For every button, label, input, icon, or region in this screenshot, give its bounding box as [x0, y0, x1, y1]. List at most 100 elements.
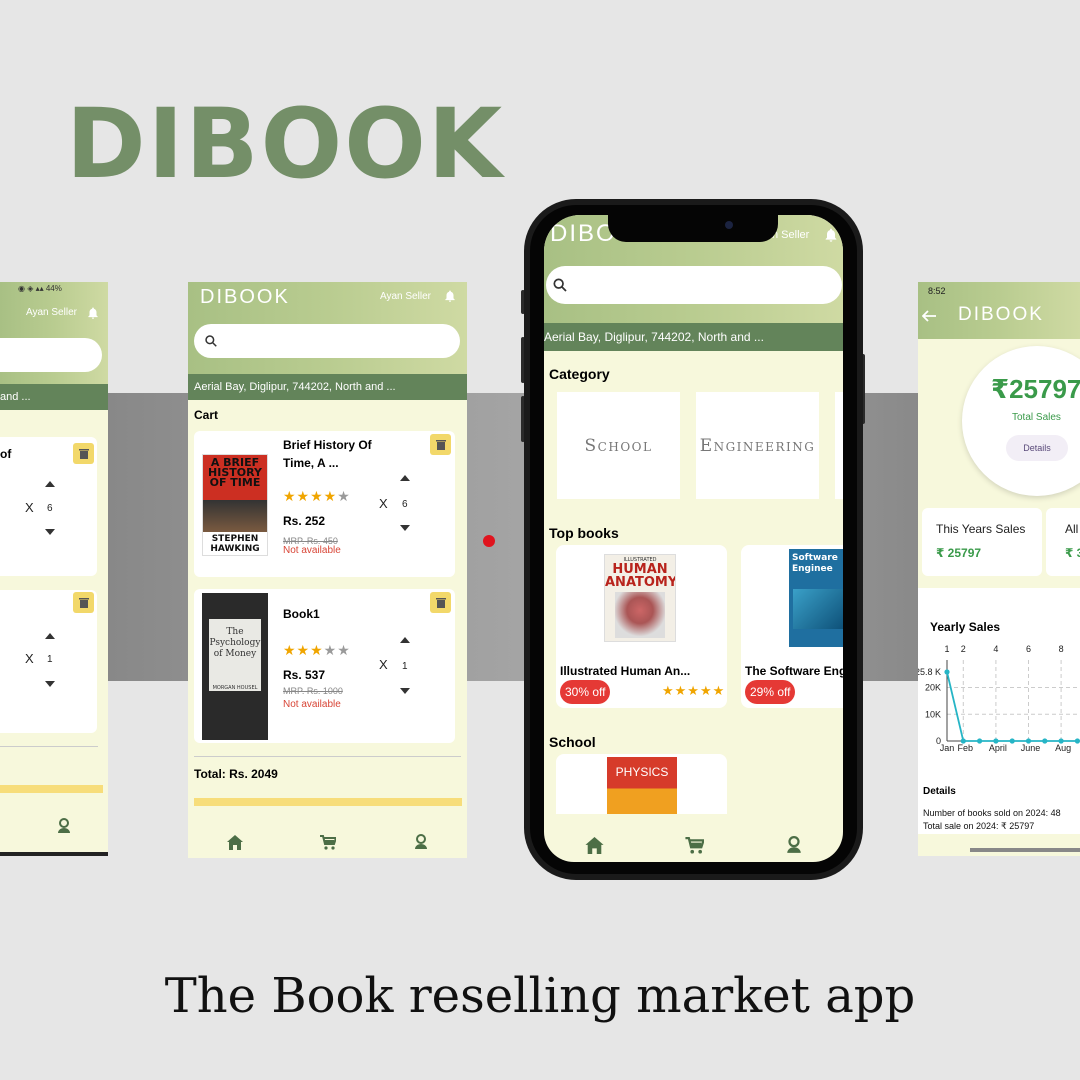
delete-button[interactable] [73, 592, 94, 613]
rating-stars: ★★★★★ [283, 488, 351, 504]
delete-button[interactable] [430, 592, 451, 613]
app-logo: DIBOOK [200, 286, 290, 308]
address-text: Aerial Bay, Diglipur, 744202, North and … [194, 381, 396, 393]
total-sales-value: ₹25797 [991, 374, 1080, 404]
search-icon [205, 335, 217, 347]
search-input[interactable] [194, 324, 460, 358]
x-tick-label: June [1021, 743, 1041, 753]
delete-button[interactable] [430, 434, 451, 455]
item-title[interactable]: Brief History Of Time, A ... [283, 436, 393, 472]
qty-increase-button[interactable] [400, 475, 410, 481]
brand-title: DIBOOK [66, 88, 505, 200]
address-bar[interactable]: Aerial Bay, Diglipur, 744202, North and … [188, 374, 467, 400]
total-sales-label: Total Sales [1012, 412, 1061, 423]
trash-icon [78, 598, 89, 608]
category-engineering[interactable]: Engineering [696, 392, 819, 499]
cover-graphic [793, 589, 843, 629]
seller-name[interactable]: Ayan Seller [380, 291, 431, 302]
search-input[interactable] [546, 266, 842, 304]
pointer-dot [483, 535, 495, 547]
data-point [1009, 738, 1015, 744]
home-screen: DIBOOK n Seller Aerial Bay, Diglipur, 74… [544, 215, 843, 862]
item-title: of [0, 447, 12, 461]
address-bar[interactable]: and ... [0, 384, 108, 410]
cart-heading: Cart [194, 408, 219, 422]
profile-icon[interactable] [57, 818, 71, 834]
x-top-tick-label: 8 [1059, 644, 1064, 654]
bell-icon[interactable] [823, 227, 839, 243]
top-book-card[interactable]: Software Enginee The Software Eng 29% of… [741, 545, 843, 708]
x-top-tick-label: 1 [944, 644, 949, 654]
app-header: DIBOOK Ayan Seller [188, 282, 467, 374]
data-point [1025, 738, 1032, 744]
status-icons: ◉ ◈ ▴▴ [18, 284, 46, 293]
book-cover: A BRIEF HISTORY OF TIME STEPHEN HAWKING [202, 454, 268, 556]
details-button[interactable]: Details [1006, 435, 1068, 461]
item-mrp: MRP. Rs. 1000 [283, 686, 343, 696]
x-tick-label: April [989, 743, 1007, 753]
qty-increase-button[interactable] [400, 637, 410, 643]
cart-icon[interactable] [320, 834, 337, 850]
status-bar: ◉ ◈ ▴▴ 44% [18, 284, 62, 293]
tagline: The Book reselling market app [164, 968, 916, 1024]
data-point [1058, 738, 1064, 744]
checkout-bar[interactable] [0, 785, 103, 793]
item-title[interactable]: Book1 [283, 607, 320, 621]
cart-item-card: X 1 [0, 590, 97, 733]
bell-icon[interactable] [86, 306, 100, 320]
search-input[interactable] [0, 338, 102, 372]
book-cover: ILLUSTRATED HUMAN ANATOMY [604, 554, 676, 642]
x-label: X [379, 496, 388, 511]
app-header: ◉ ◈ ▴▴ 44% Ayan Seller [0, 282, 108, 384]
x-tick-label: Jan [940, 743, 955, 753]
search-icon [553, 278, 567, 292]
top-book-card[interactable]: ILLUSTRATED HUMAN ANATOMY Illustrated Hu… [556, 545, 727, 708]
qty-decrease-button[interactable] [400, 688, 410, 694]
home-icon[interactable] [226, 834, 243, 850]
school-book-card[interactable]: PHYSICS [556, 754, 727, 814]
profile-icon[interactable] [414, 834, 428, 850]
cover-author: MORGAN HOUSEL [209, 685, 261, 691]
x-top-tick-label: 2 [961, 644, 966, 654]
back-arrow-icon[interactable] [922, 310, 936, 322]
checkout-bar[interactable] [194, 798, 462, 806]
all-sales-card: All ₹ 3 [1046, 508, 1080, 576]
address-bar[interactable]: Aerial Bay, Diglipur, 744202, North and … [544, 323, 843, 351]
delete-button[interactable] [73, 443, 94, 464]
qty-decrease-button[interactable] [45, 681, 55, 687]
cover-title: PHYSICS [615, 765, 669, 779]
nav-bottom-line [0, 852, 108, 856]
x-top-tick-label: 4 [993, 644, 998, 654]
seller-name[interactable]: n Seller [772, 229, 809, 241]
cart-icon[interactable] [685, 836, 705, 854]
cover-title: HUMAN ANATOMY [605, 562, 676, 590]
category-heading: Category [549, 366, 610, 382]
qty-value: 6 [402, 499, 408, 510]
qty-decrease-button[interactable] [400, 525, 410, 531]
item-status: Not available [283, 699, 341, 710]
this-year-value: ₹ 25797 [936, 546, 982, 560]
all-value: ₹ 3 [1065, 546, 1080, 560]
camera [725, 221, 733, 229]
data-point [993, 738, 999, 744]
home-icon[interactable] [585, 836, 604, 854]
bell-icon[interactable] [443, 289, 457, 303]
cover-author: STEPHEN HAWKING [203, 532, 267, 554]
qty-value: 6 [47, 503, 53, 514]
qty-increase-button[interactable] [45, 481, 55, 487]
profile-icon[interactable] [786, 836, 802, 854]
data-point [1074, 738, 1080, 744]
category-next[interactable] [835, 392, 843, 499]
all-label: All [1065, 522, 1079, 536]
rating-stars: ★★★★★ [662, 683, 726, 698]
y-tick-label: 20K [925, 683, 941, 693]
trash-icon [435, 598, 446, 608]
book-cover: The Psychology of Money MORGAN HOUSEL [202, 593, 268, 740]
x-top-tick-label: 6 [1026, 644, 1031, 654]
app-logo: DIBOOK [958, 304, 1044, 325]
qty-decrease-button[interactable] [45, 529, 55, 535]
seller-name[interactable]: Ayan Seller [26, 307, 77, 318]
category-school[interactable]: School [557, 392, 680, 499]
qty-increase-button[interactable] [45, 633, 55, 639]
cart-screen: DIBOOK Ayan Seller Aerial Bay, Diglipur,… [188, 282, 467, 858]
